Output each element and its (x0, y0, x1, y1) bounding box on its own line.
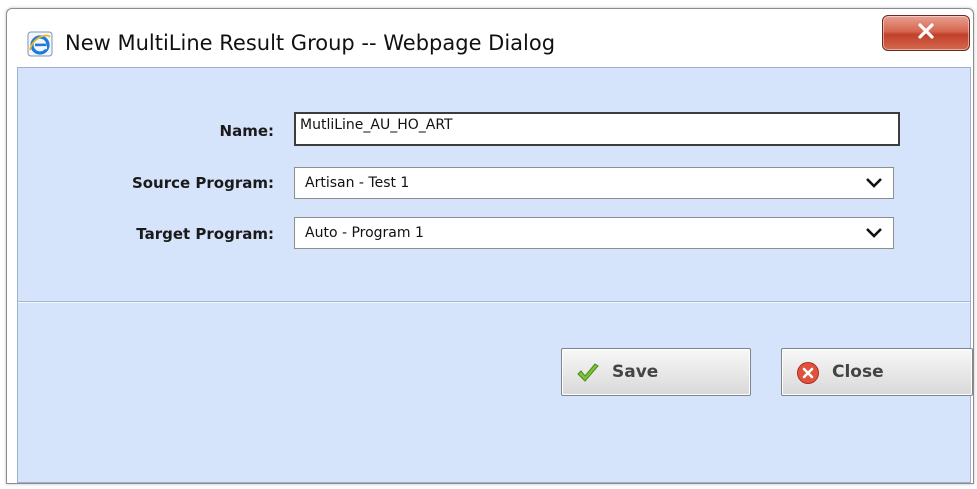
source-program-select[interactable]: Artisan - Test 1 (294, 167, 894, 199)
close-button-label: Close (832, 362, 884, 382)
name-input[interactable] (294, 112, 900, 146)
target-program-select[interactable]: Auto - Program 1 (294, 217, 894, 249)
source-program-label: Source Program: (131, 174, 274, 192)
source-program-value: Artisan - Test 1 (305, 175, 410, 191)
target-program-label: Target Program: (136, 225, 274, 243)
dialog-content-panel: Name: Source Program: Artisan - Test 1 T… (17, 67, 973, 483)
title-bar[interactable]: New MultiLine Result Group -- Webpage Di… (7, 9, 973, 67)
chevron-down-icon[interactable] (865, 226, 883, 240)
name-label: Name: (219, 122, 274, 140)
checkmark-icon (576, 361, 600, 385)
target-program-value: Auto - Program 1 (305, 225, 424, 241)
dialog-window: New MultiLine Result Group -- Webpage Di… (6, 8, 974, 484)
save-button-label: Save (612, 362, 659, 382)
close-button[interactable]: Close (781, 348, 973, 396)
close-circle-icon (796, 361, 820, 385)
dialog-title: New MultiLine Result Group -- Webpage Di… (65, 31, 556, 55)
window-close-button[interactable] (882, 15, 970, 51)
save-button[interactable]: Save (561, 348, 751, 396)
section-divider (18, 301, 970, 303)
internet-explorer-icon (27, 31, 53, 57)
close-x-icon (916, 21, 936, 45)
chevron-down-icon[interactable] (865, 176, 883, 190)
